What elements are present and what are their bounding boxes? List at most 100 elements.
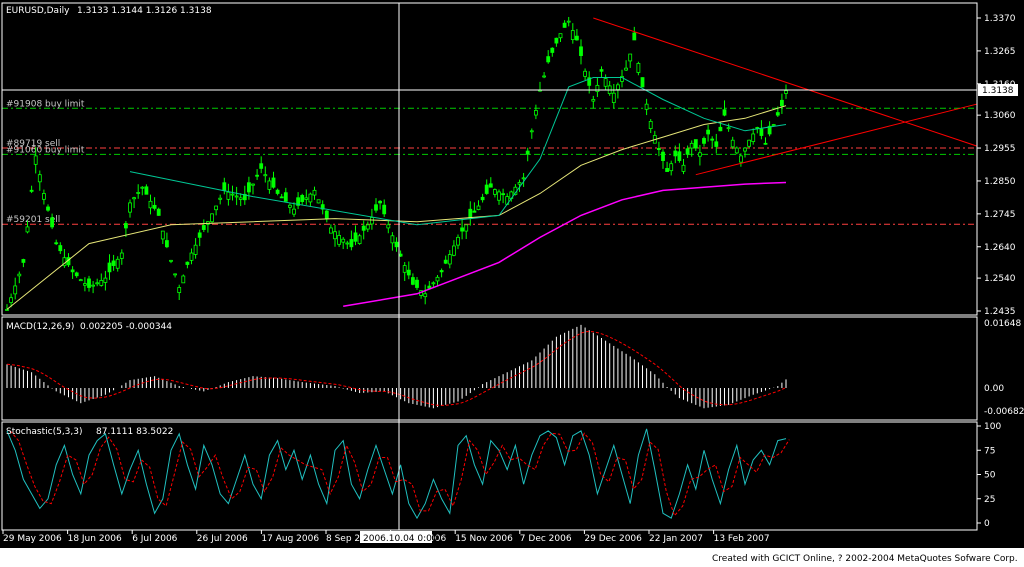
order-label-2: #91060 buy limit bbox=[6, 145, 85, 155]
chart-canvas: #91908 buy limit#89719 sell#91060 buy li… bbox=[0, 0, 1024, 567]
candle-body bbox=[476, 205, 481, 210]
date-tick-label: 15 Nov 2006 bbox=[455, 534, 513, 544]
chart-header-ohlc: 1.3133 1.3144 1.3126 1.3138 bbox=[77, 6, 212, 16]
candle-body bbox=[480, 196, 485, 201]
candle-body bbox=[21, 259, 26, 263]
candle-body bbox=[107, 262, 112, 273]
candle-body bbox=[386, 224, 391, 229]
candle-body bbox=[271, 177, 276, 188]
candle-body bbox=[784, 90, 788, 94]
date-tick-label: 13 Feb 2007 bbox=[714, 534, 770, 544]
date-tick-label: 29 May 2006 bbox=[3, 534, 62, 544]
candle-body bbox=[698, 152, 702, 157]
candle-body bbox=[464, 224, 469, 232]
candle-body bbox=[201, 225, 206, 230]
candle-body bbox=[603, 78, 608, 87]
candle-body bbox=[300, 195, 305, 203]
candle-body bbox=[193, 244, 198, 255]
candle-body bbox=[304, 197, 309, 200]
candle-body bbox=[751, 133, 756, 142]
candle-body bbox=[361, 225, 366, 231]
candle-body bbox=[74, 272, 79, 277]
candle-body bbox=[369, 217, 374, 225]
candle-body bbox=[169, 259, 173, 262]
date-tick-label: 6 Jul 2006 bbox=[132, 534, 177, 544]
candle-body bbox=[324, 210, 329, 219]
candle-body bbox=[410, 277, 415, 285]
date-tick-label: 18 Jun 2006 bbox=[68, 534, 122, 544]
candle-body bbox=[152, 204, 157, 209]
candle-body bbox=[156, 208, 161, 216]
candle-body bbox=[144, 186, 149, 195]
candle-body bbox=[636, 63, 641, 73]
candle-body bbox=[644, 103, 649, 110]
candle-body bbox=[730, 139, 735, 148]
candle-body bbox=[521, 177, 526, 180]
price-tick-label: 1.2955 bbox=[984, 144, 1016, 154]
candle-body bbox=[124, 223, 128, 229]
price-tick-label: 1.2540 bbox=[984, 274, 1016, 284]
candle-body bbox=[595, 84, 600, 92]
candle-body bbox=[189, 252, 194, 261]
candle-body bbox=[611, 92, 616, 103]
candle-body bbox=[456, 236, 460, 246]
candle-body bbox=[542, 75, 546, 78]
macd-label: MACD(12,26,9) bbox=[6, 322, 74, 332]
candle-body bbox=[423, 293, 428, 298]
candle-body bbox=[214, 205, 219, 211]
candle-body bbox=[402, 265, 407, 273]
candle-body bbox=[103, 277, 108, 283]
stochastic-tick-label: 25 bbox=[984, 495, 995, 505]
candle-body bbox=[42, 193, 46, 200]
candle-body bbox=[562, 22, 567, 28]
candle-body bbox=[669, 163, 674, 172]
price-tick-label: 1.2435 bbox=[984, 307, 1016, 317]
candle-body bbox=[566, 20, 571, 23]
candle-body bbox=[283, 192, 288, 202]
candle-body bbox=[632, 32, 637, 41]
candle-body bbox=[238, 197, 243, 200]
candle-body bbox=[95, 282, 100, 285]
macd-tick-label: 0.00 bbox=[984, 384, 1004, 394]
candle-body bbox=[677, 151, 682, 161]
date-tick-label: 29 Dec 2006 bbox=[584, 534, 642, 544]
candle-body bbox=[357, 235, 362, 244]
candle-body bbox=[447, 254, 452, 265]
candle-body bbox=[570, 30, 575, 41]
candle-body bbox=[689, 142, 694, 149]
candle-body bbox=[743, 147, 747, 152]
current-price-label: 1.3138 bbox=[982, 86, 1014, 96]
footer-text: Created with GCICT Online, ? 2002-2004 M… bbox=[712, 554, 1018, 564]
candle-body bbox=[148, 200, 153, 209]
candle-body bbox=[13, 285, 18, 295]
candle-body bbox=[33, 155, 38, 165]
candle-body bbox=[9, 297, 14, 303]
stochastic-tick-label: 50 bbox=[984, 471, 996, 481]
candle-body bbox=[255, 174, 260, 177]
price-tick-label: 1.2850 bbox=[984, 177, 1016, 187]
candle-body bbox=[673, 150, 678, 157]
candle-body bbox=[287, 204, 292, 208]
crosshair-date-label: 2006.10.04 0:00 bbox=[363, 534, 438, 544]
date-tick-label: 22 Jan 2007 bbox=[649, 534, 703, 544]
candle-body bbox=[173, 273, 178, 276]
candle-body bbox=[5, 309, 9, 311]
candle-body bbox=[312, 189, 317, 196]
candle-body bbox=[492, 189, 497, 195]
candle-body bbox=[378, 200, 383, 204]
candle-body bbox=[706, 129, 710, 135]
candle-body bbox=[263, 174, 268, 177]
candle-body bbox=[554, 37, 559, 44]
candle-body bbox=[160, 230, 165, 240]
candle-body bbox=[648, 121, 653, 129]
price-tick-label: 1.3370 bbox=[984, 14, 1016, 24]
candle-body bbox=[111, 260, 116, 266]
candle-body bbox=[251, 183, 255, 186]
candle-body bbox=[222, 182, 227, 191]
candle-body bbox=[435, 276, 440, 282]
candle-body bbox=[657, 148, 661, 151]
candle-body bbox=[54, 242, 59, 245]
candle-body bbox=[558, 33, 563, 39]
candle-body bbox=[267, 180, 272, 190]
stochastic-tick-label: 100 bbox=[984, 422, 1001, 432]
